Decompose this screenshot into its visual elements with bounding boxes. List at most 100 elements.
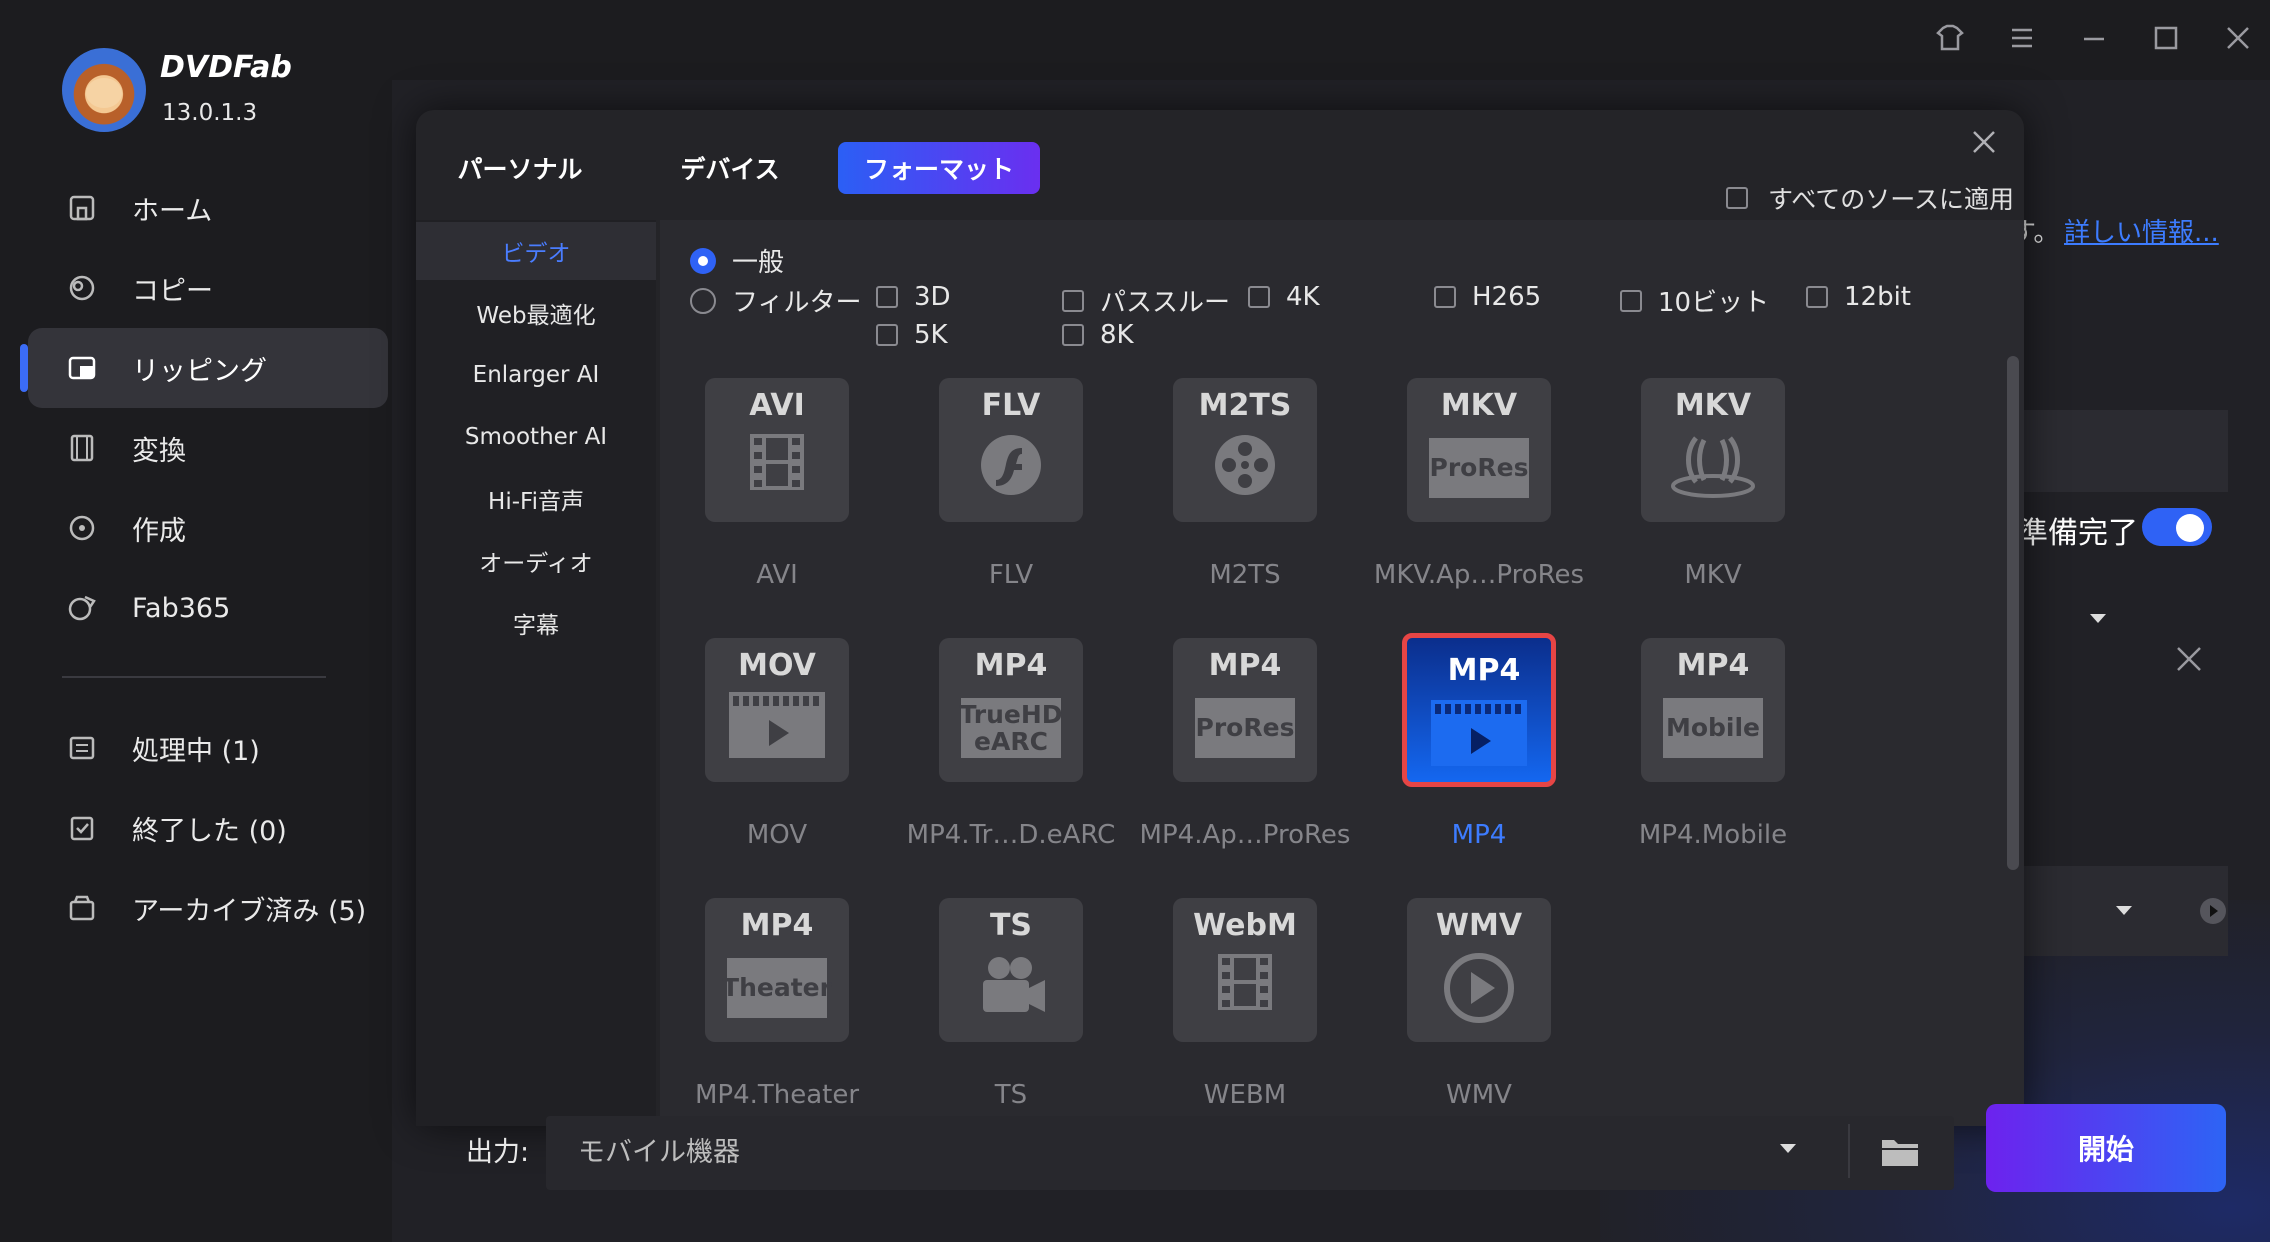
close-window-icon[interactable]	[2218, 18, 2258, 58]
format-label[interactable]: MKV.Ap…ProRes	[1359, 560, 1599, 590]
minimize-icon[interactable]	[2074, 18, 2114, 58]
submenu-enlarger[interactable]: Enlarger AI	[416, 346, 656, 404]
radio-label: 一般	[732, 248, 785, 278]
format-card-mkv-ap-prores[interactable]: MKV ProRes	[1407, 378, 1551, 522]
filter-label: 5K	[914, 320, 948, 350]
filter-3d[interactable]: 3D	[876, 282, 951, 312]
chevron-down-icon[interactable]	[1776, 1140, 1800, 1164]
format-label[interactable]: TS	[891, 1080, 1131, 1110]
submenu-audio[interactable]: オーディオ	[416, 532, 656, 590]
tab-personal[interactable]: パーソナル	[450, 142, 590, 194]
flash-icon	[939, 430, 1083, 500]
sidebar-item-fab365[interactable]: Fab365	[28, 568, 388, 648]
format-card-avi[interactable]: AVI	[705, 378, 849, 522]
format-scrollbar[interactable]	[2007, 356, 2019, 870]
copy-icon	[62, 268, 102, 308]
sidebar-item-finished[interactable]: 終了した (0)	[28, 788, 388, 868]
format-card-mp4-mobile[interactable]: MP4 Mobile	[1641, 638, 1785, 782]
sidebar-item-create[interactable]: 作成	[28, 488, 388, 568]
format-box-icon: ProRes	[1429, 438, 1529, 498]
format-card-mp4-ap-prores[interactable]: MP4 ProRes	[1173, 638, 1317, 782]
format-label[interactable]: MP4.Theater	[657, 1080, 897, 1110]
reel-icon	[1173, 430, 1317, 500]
filter-h265[interactable]: H265	[1434, 282, 1541, 312]
active-nav-indicator	[20, 344, 28, 392]
remove-icon[interactable]	[2172, 642, 2206, 680]
folder-icon[interactable]	[1878, 1130, 1922, 1174]
filter-10bit[interactable]: 10ビット	[1620, 282, 1769, 319]
format-label[interactable]: WEBM	[1125, 1080, 1365, 1110]
archive-icon	[62, 888, 102, 928]
chevron-down-icon[interactable]	[2112, 902, 2136, 922]
shirt-icon[interactable]	[1930, 18, 1970, 58]
format-card-webm[interactable]: WebM	[1173, 898, 1317, 1042]
format-box-icon: Mobile	[1663, 698, 1763, 758]
format-card-mp4-theater[interactable]: MP4 Theater	[705, 898, 849, 1042]
filter-passthrough[interactable]: パススルー	[1062, 282, 1230, 319]
processing-icon	[62, 728, 102, 768]
filter-8k[interactable]: 8K	[1062, 320, 1134, 350]
format-badge-text: MP4	[1676, 648, 1750, 683]
chevron-down-icon[interactable]	[2086, 610, 2110, 630]
sidebar-item-ripping[interactable]: リッピング	[28, 328, 388, 408]
filter-12bit[interactable]: 12bit	[1806, 282, 1911, 312]
next-arrow-icon[interactable]	[2198, 896, 2228, 930]
checkbox-box	[1620, 289, 1642, 312]
format-badge-text: MKV	[1440, 388, 1518, 423]
format-badge-text: MP4	[1208, 648, 1282, 683]
radio-on	[690, 247, 716, 274]
sidebar-item-home[interactable]: ホーム	[28, 168, 388, 248]
close-dialog-icon[interactable]	[1964, 122, 2004, 162]
radio-filter[interactable]: フィルター	[690, 282, 861, 319]
format-box-text: ProRes	[1429, 453, 1529, 483]
submenu-web[interactable]: Web最適化	[416, 284, 656, 342]
format-card-m2ts[interactable]: M2TS	[1173, 378, 1317, 522]
format-label[interactable]: M2TS	[1125, 560, 1365, 590]
app-name: DVDFab	[160, 50, 292, 85]
checkbox-box	[876, 286, 898, 308]
sidebar-item-label: 作成	[132, 515, 186, 547]
format-label[interactable]: MP4.Tr…D.eARC	[891, 820, 1131, 850]
format-label[interactable]: MP4	[1359, 820, 1599, 850]
format-card-wmv[interactable]: WMV	[1407, 898, 1551, 1042]
format-card-mkv[interactable]: MKV	[1641, 378, 1785, 522]
toggle-knob	[2176, 514, 2204, 542]
submenu-subtitle[interactable]: 字幕	[416, 594, 656, 652]
format-badge-text: FLV	[981, 388, 1041, 423]
filter-5k[interactable]: 5K	[876, 320, 948, 350]
format-badge-text: MKV	[1674, 388, 1752, 423]
maximize-icon[interactable]	[2146, 18, 2186, 58]
tab-format[interactable]: フォーマット	[838, 142, 1040, 194]
tab-device[interactable]: デバイス	[660, 142, 800, 194]
format-card-mp4-tr-d-earc[interactable]: MP4 TrueHD eARC	[939, 638, 1083, 782]
submenu-hifi[interactable]: Hi-Fi音声	[416, 470, 656, 528]
radio-label: フィルター	[732, 288, 862, 318]
filter-4k[interactable]: 4K	[1248, 282, 1320, 312]
radio-general[interactable]: 一般	[690, 242, 784, 279]
sidebar-item-processing[interactable]: 処理中 (1)	[28, 708, 388, 788]
format-label[interactable]: MOV	[657, 820, 897, 850]
format-label[interactable]: MKV	[1593, 560, 1833, 590]
more-info-link[interactable]: 詳しい情報...	[2064, 212, 2219, 249]
format-card-mp4[interactable]: MP4	[1402, 633, 1556, 787]
start-button[interactable]: 開始	[1986, 1104, 2226, 1192]
format-card-mov[interactable]: MOV	[705, 638, 849, 782]
format-label[interactable]: MP4.Ap…ProRes	[1125, 820, 1365, 850]
format-label[interactable]: WMV	[1359, 1080, 1599, 1110]
format-label[interactable]: AVI	[657, 560, 897, 590]
sidebar-item-label: 変換	[132, 435, 186, 467]
sidebar-item-copy[interactable]: コピー	[28, 248, 388, 328]
format-label[interactable]: MP4.Mobile	[1593, 820, 1833, 850]
format-card-ts[interactable]: TS	[939, 898, 1083, 1042]
output-select[interactable]	[546, 1116, 1954, 1190]
submenu-smoother[interactable]: Smoother AI	[416, 408, 656, 466]
filter-label: 10ビット	[1658, 288, 1770, 318]
apply-all-checkbox[interactable]: すべてのソースに適用	[1726, 180, 2014, 216]
sidebar-item-convert[interactable]: 変換	[28, 408, 388, 488]
format-card-flv[interactable]: FLV	[939, 378, 1083, 522]
format-label[interactable]: FLV	[891, 560, 1131, 590]
submenu-video[interactable]: ビデオ	[416, 222, 656, 280]
menu-icon[interactable]	[2002, 18, 2042, 58]
checkbox-box	[1062, 289, 1084, 312]
sidebar-item-archived[interactable]: アーカイブ済み (5)	[28, 868, 388, 948]
